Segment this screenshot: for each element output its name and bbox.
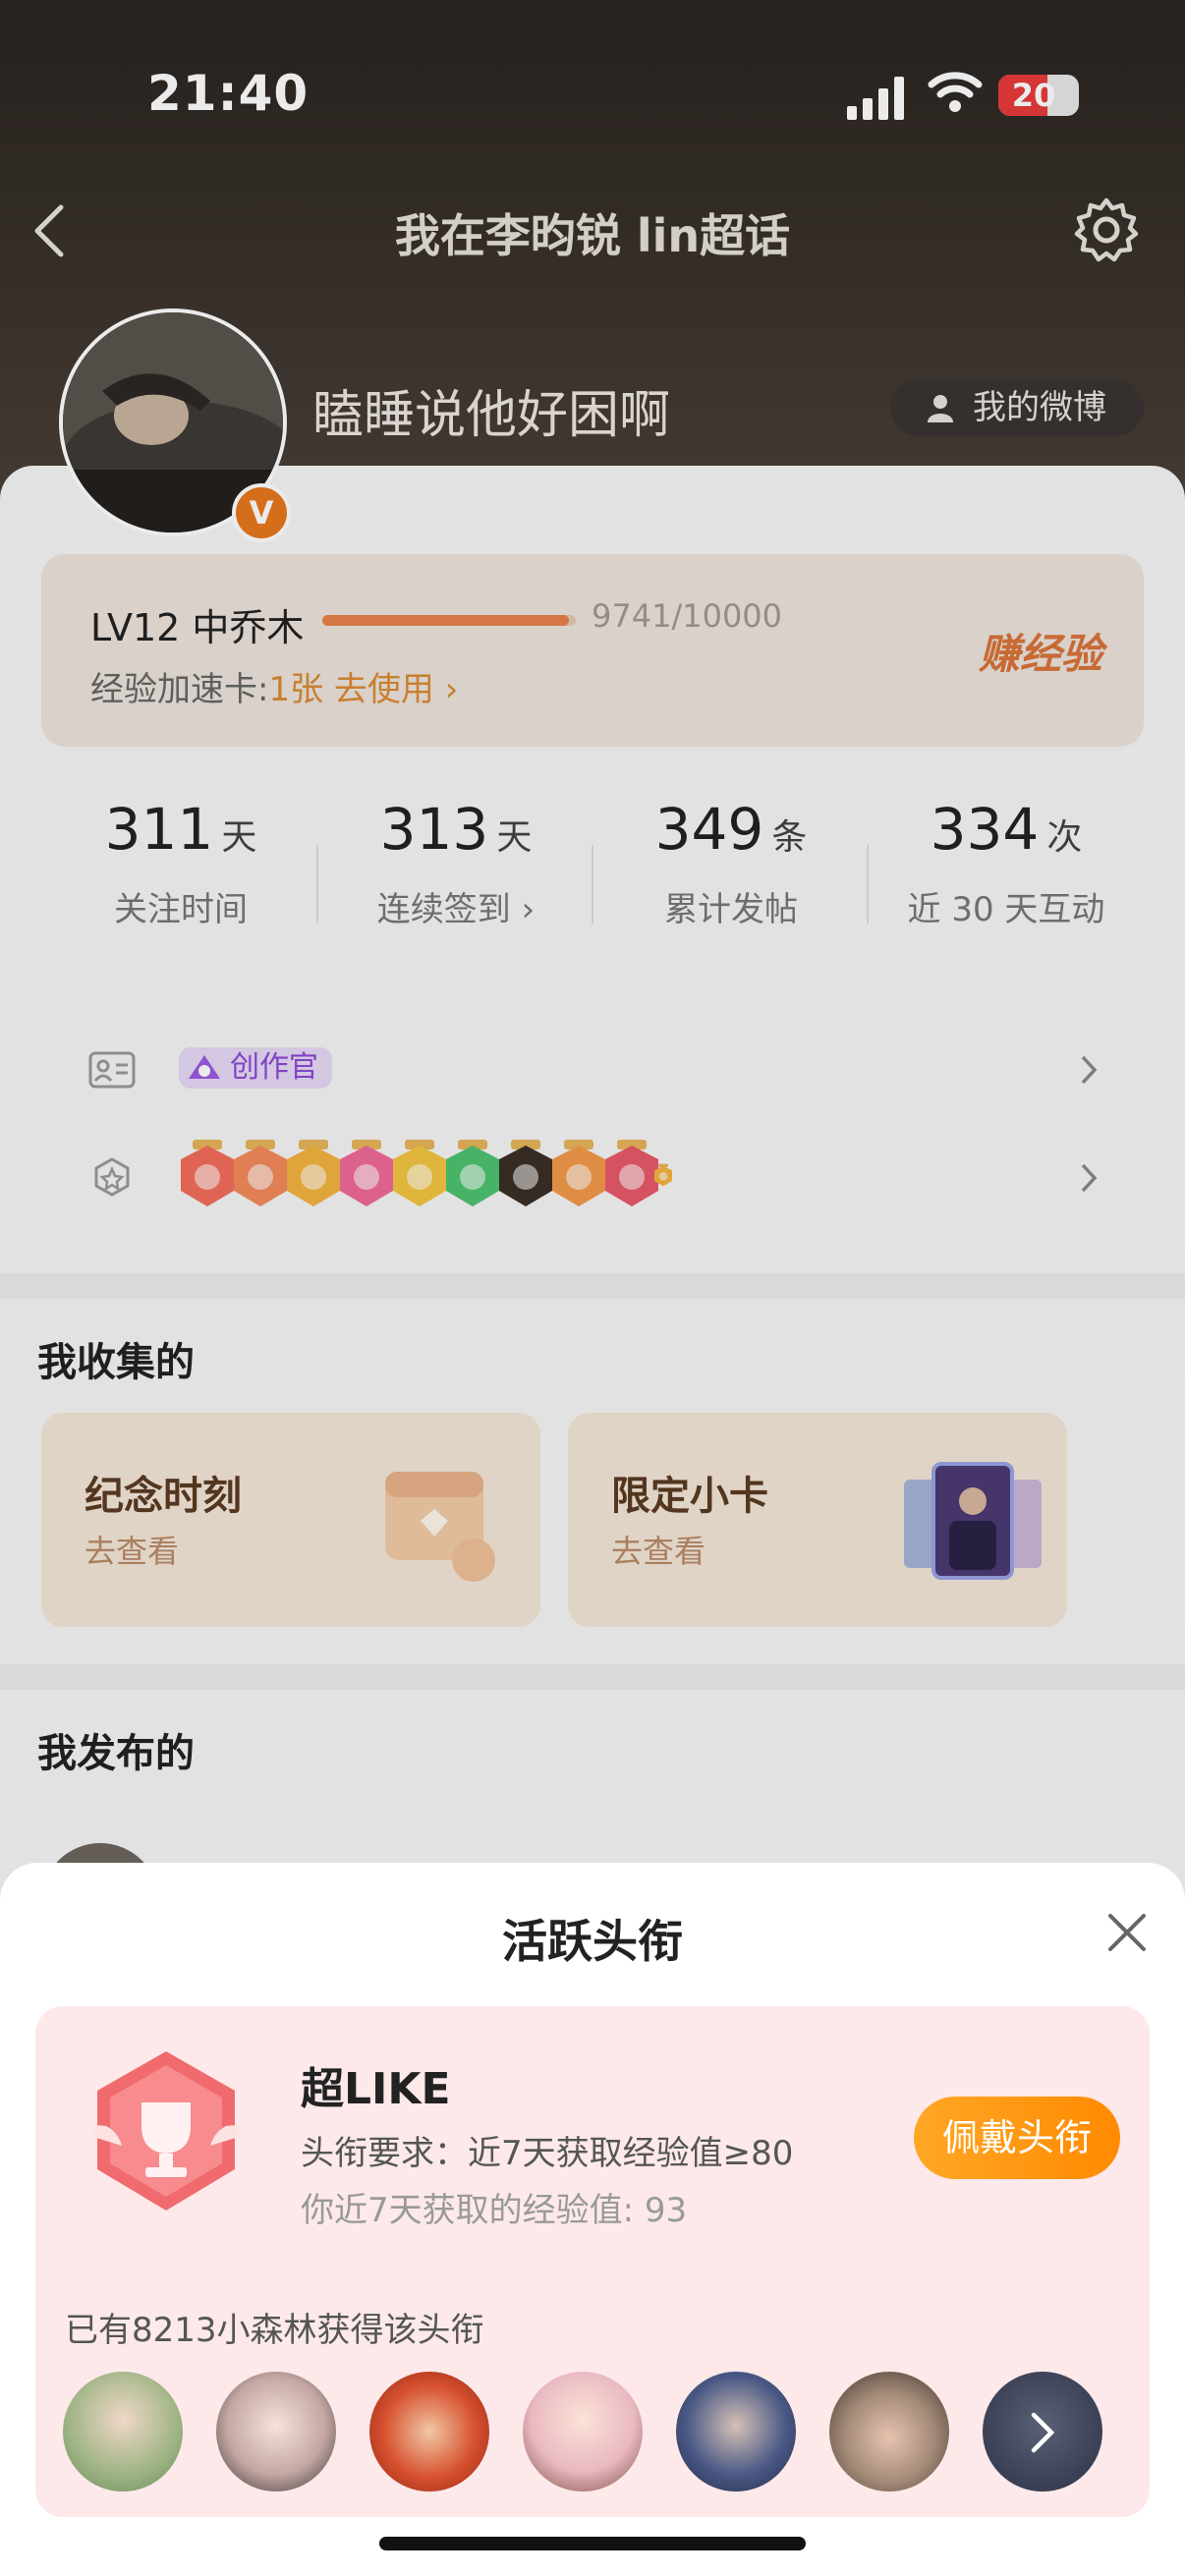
holder-avatar[interactable] bbox=[369, 2372, 489, 2492]
holder-avatar-more[interactable] bbox=[983, 2372, 1102, 2492]
title-requirement: 头衔要求：近7天获取经验值≥80 bbox=[301, 2134, 794, 2173]
holder-avatar[interactable] bbox=[829, 2372, 949, 2492]
chevron-right-icon bbox=[1031, 2412, 1055, 2453]
holder-avatar[interactable] bbox=[216, 2372, 336, 2492]
home-indicator bbox=[379, 2537, 806, 2550]
my-exp: 你近7天获取的经验值: 93 bbox=[301, 2191, 688, 2230]
close-icon[interactable] bbox=[1104, 1910, 1150, 1955]
title-name: 超LIKE bbox=[301, 2064, 451, 2114]
holder-avatar[interactable] bbox=[63, 2372, 183, 2492]
wear-title-button[interactable]: 佩戴头衔 bbox=[914, 2097, 1120, 2179]
holders-count: 已有8213小森林获得该头衔 bbox=[65, 2311, 484, 2350]
holder-avatar[interactable] bbox=[523, 2372, 643, 2492]
holder-avatar[interactable] bbox=[676, 2372, 796, 2492]
sheet-title: 活跃头衔 bbox=[502, 1915, 683, 1968]
trophy-badge-icon bbox=[91, 2051, 241, 2211]
